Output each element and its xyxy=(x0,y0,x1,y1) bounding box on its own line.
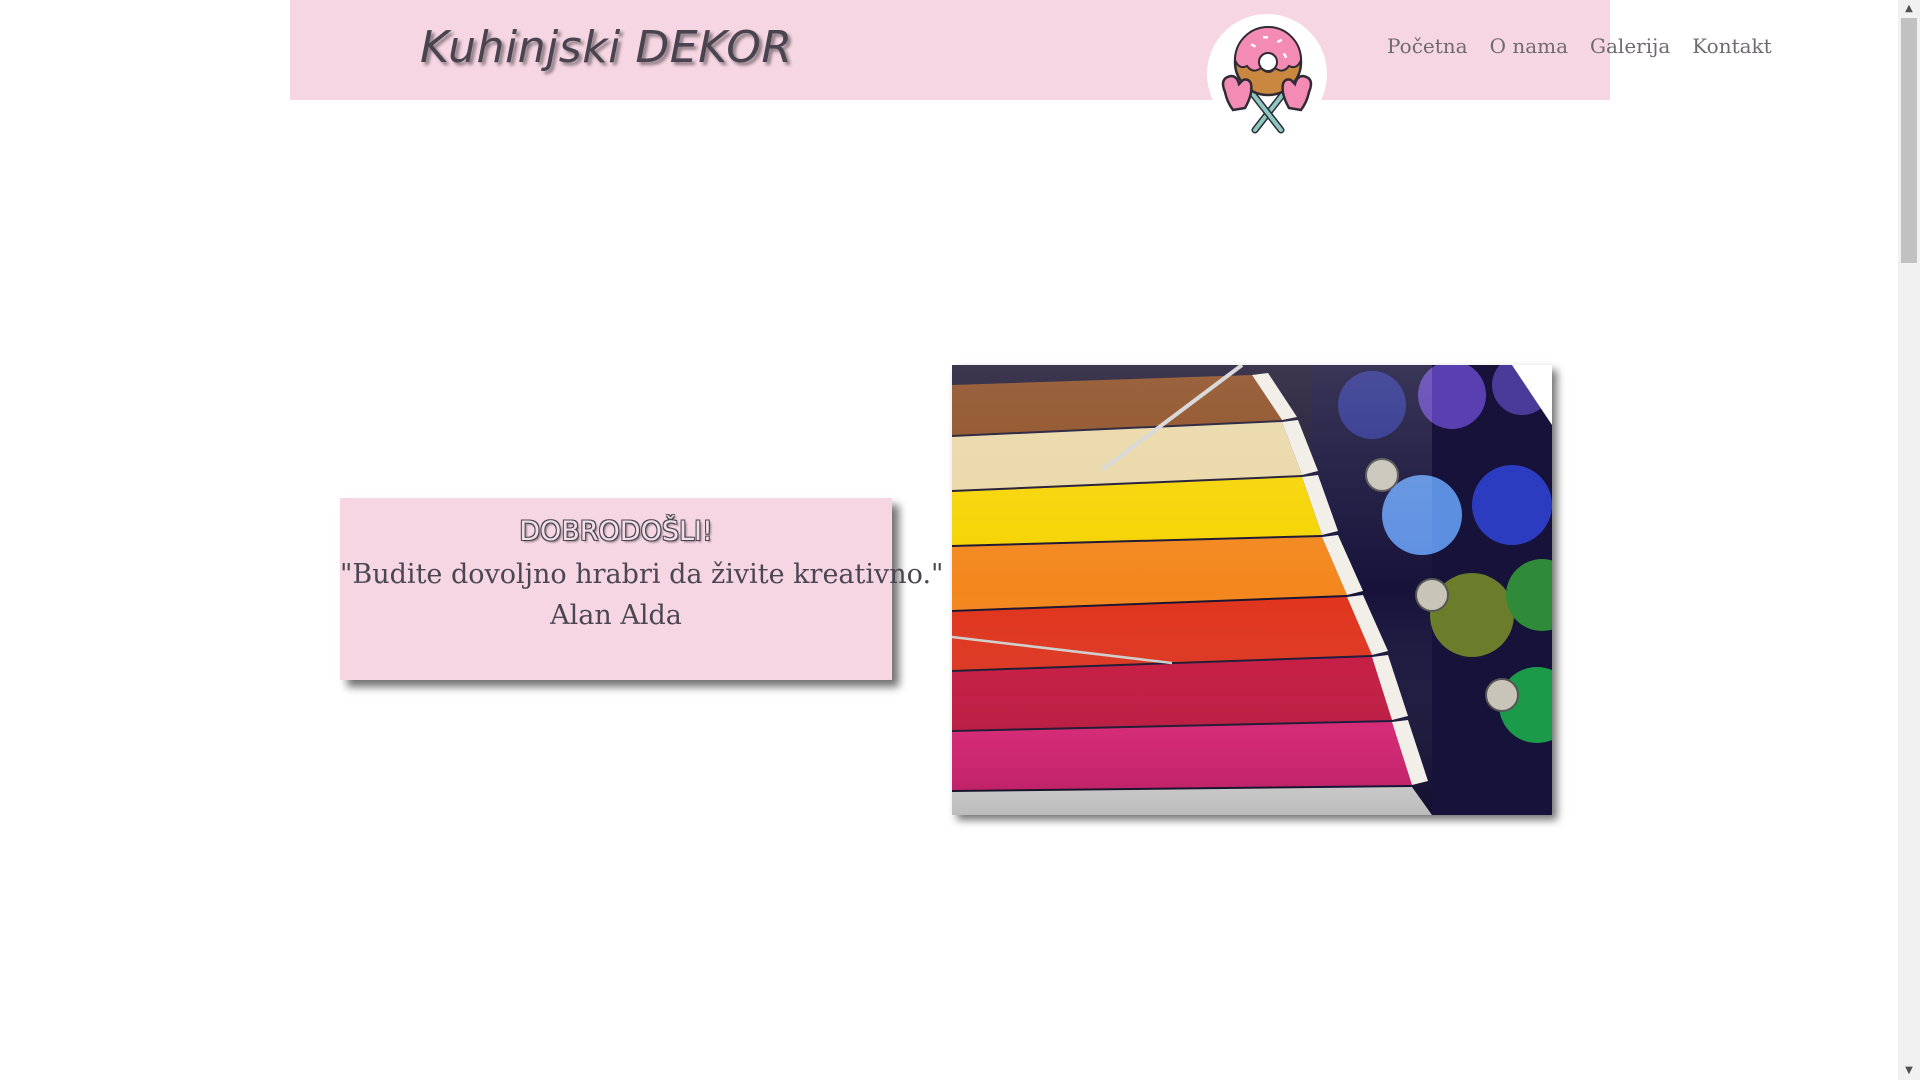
scrollbar-thumb[interactable] xyxy=(1901,18,1917,263)
donut-oven-mitts-icon xyxy=(1221,26,1313,134)
quote-author: Alan Alda xyxy=(550,600,682,631)
nav-link-galerija[interactable]: Galerija xyxy=(1590,34,1670,58)
page: Kuhinjski DEKOR Početna O nama Galerija … xyxy=(0,0,1898,1080)
main-nav: Početna O nama Galerija Kontakt xyxy=(1387,34,1772,58)
welcome-box: DOBRODOŠLI! "Budite dovoljno hrabri da ž… xyxy=(340,498,944,680)
nav-link-kontakt[interactable]: Kontakt xyxy=(1692,34,1771,58)
welcome-quote: "Budite dovoljno hrabri da živite kreati… xyxy=(340,559,944,590)
welcome-title: DOBRODOŠLI! xyxy=(519,516,713,547)
scroll-down-icon[interactable]: ▼ xyxy=(1898,1062,1920,1080)
nav-link-pocetna[interactable]: Početna xyxy=(1387,34,1468,58)
site-header: Kuhinjski DEKOR Početna O nama Galerija … xyxy=(290,0,1772,134)
logo[interactable] xyxy=(1207,14,1327,134)
scroll-up-icon[interactable]: ▲ xyxy=(1898,0,1920,18)
site-brand[interactable]: Kuhinjski DEKOR xyxy=(420,22,792,73)
colorful-thread-spools-image xyxy=(952,365,1552,815)
nav-link-o-nama[interactable]: O nama xyxy=(1490,34,1568,58)
thread-spools-illustration xyxy=(952,365,1552,815)
vertical-scrollbar[interactable]: ▲ ▼ xyxy=(1898,0,1920,1080)
